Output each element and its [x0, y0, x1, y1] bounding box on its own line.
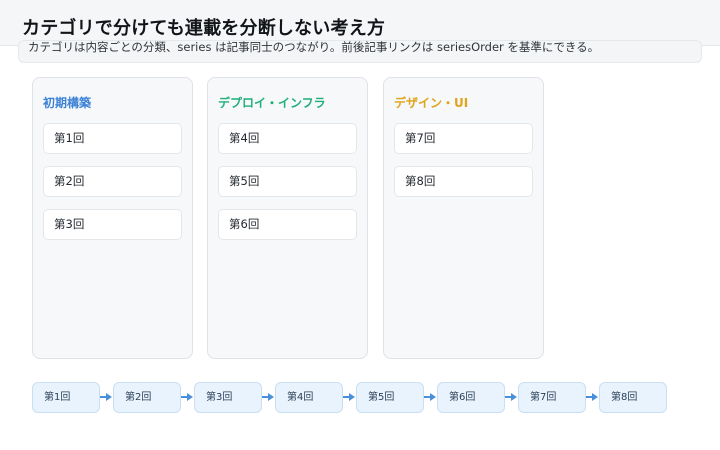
- series-arrow: [100, 393, 112, 401]
- series-arrow: [586, 393, 598, 401]
- series-node: 第4回: [275, 382, 343, 413]
- series-arrow: [181, 393, 193, 401]
- series-arrow: [505, 393, 517, 401]
- series-node: 第1回: [32, 382, 100, 413]
- series-arrow: [343, 393, 355, 401]
- series-node: 第5回: [356, 382, 424, 413]
- series-node: 第8回: [599, 382, 667, 413]
- series-node: 第7回: [518, 382, 586, 413]
- series-node: 第3回: [194, 382, 262, 413]
- series-node: 第6回: [437, 382, 505, 413]
- series-arrow: [262, 393, 274, 401]
- series-arrow: [424, 393, 436, 401]
- series-order-chain: 第1回 第2回 第3回 第4回 第5回 第6回 第7回 第8回: [0, 0, 720, 450]
- series-node: 第2回: [113, 382, 181, 413]
